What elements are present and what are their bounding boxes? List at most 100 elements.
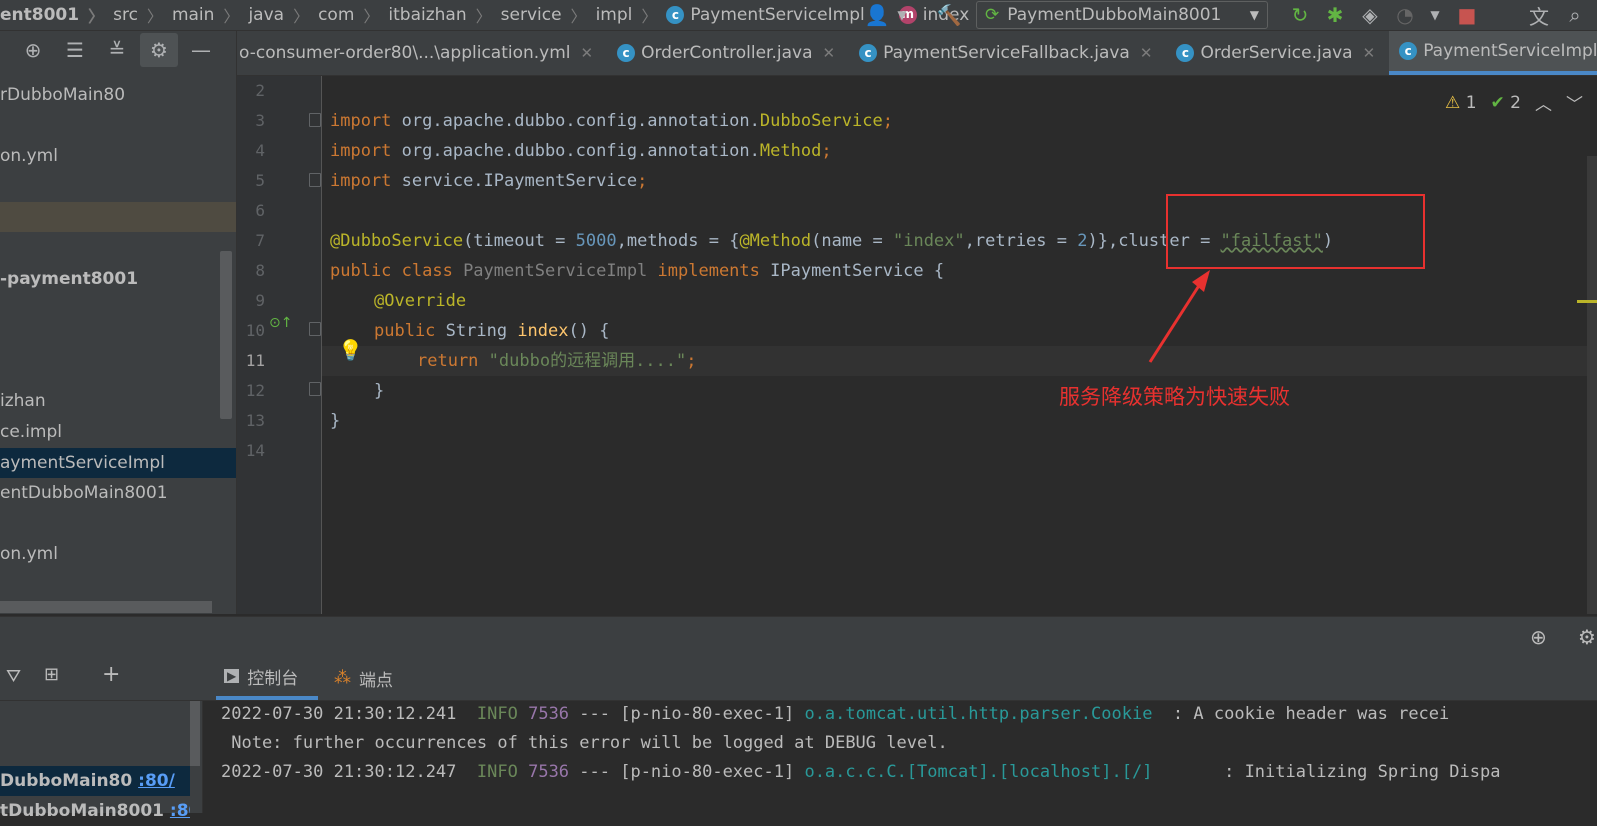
chevron-down-icon[interactable]: ▼ — [885, 0, 919, 30]
code-line-10: public String index() { — [374, 321, 610, 341]
close-icon[interactable]: ✕ — [823, 44, 836, 62]
tree-item-highlighted[interactable] — [0, 202, 236, 232]
fold-marker-icon[interactable] — [309, 382, 321, 396]
breadcrumb-item-impl[interactable]: impl 〉 — [596, 3, 667, 27]
lightbulb-icon[interactable]: 💡 — [338, 338, 363, 362]
line-number: 6 — [255, 201, 265, 220]
close-icon[interactable]: ✕ — [1363, 44, 1376, 62]
check-icon: ✔ — [1490, 92, 1505, 113]
check-count: 2 — [1510, 92, 1521, 113]
error-stripe-marker[interactable] — [1577, 300, 1597, 303]
line-number: 10 — [245, 321, 265, 340]
chevron-up-icon[interactable]: ︿ — [1535, 90, 1552, 115]
run-configuration-label: PaymentDubboMain8001 — [1007, 5, 1222, 25]
rerun-icon[interactable]: ↻ — [1283, 0, 1317, 30]
tab-endpoints[interactable]: ⁂ 端点 — [334, 656, 393, 700]
code-line-3: import org.apache.dubbo.config.annotatio… — [330, 111, 893, 131]
tab-application-yml[interactable]: o-consumer-order80\...\application.yml ✕ — [237, 31, 607, 75]
breadcrumb-item-java[interactable]: java 〉 — [248, 3, 318, 27]
code-line-4: import org.apache.dubbo.config.annotatio… — [330, 141, 832, 161]
implements-method-icon[interactable]: ⊙↑ — [269, 315, 292, 331]
annotation-arrow-icon — [1148, 270, 1210, 363]
locate-icon[interactable]: ⊕ — [1530, 625, 1547, 649]
spring-boot-icon: ⟳ — [985, 5, 1000, 25]
class-icon: c — [1176, 44, 1195, 62]
add-icon[interactable]: + — [102, 662, 120, 687]
editor-gutter: 2 3 4 5 6 7 8 9 10 11 12 13 14 ⊙↑ — [237, 76, 322, 614]
close-icon[interactable]: ✕ — [1140, 44, 1153, 62]
debug-icon[interactable]: ✱ — [1318, 0, 1352, 30]
fold-marker-icon[interactable] — [309, 113, 321, 127]
horizontal-scrollbar[interactable] — [0, 601, 212, 613]
run-services-list: DubboMain80 :80/ tDubboMain8001 :8001 — [0, 701, 203, 821]
run-item[interactable]: tDubboMain8001 :8001 — [0, 796, 190, 826]
breadcrumb-item-com[interactable]: com 〉 — [318, 3, 388, 27]
console-output[interactable]: 2022-07-30 21:30:12.241 INFO 7536 --- [p… — [203, 701, 1597, 813]
close-icon[interactable]: ✕ — [581, 44, 594, 62]
port-link[interactable]: :80/ — [138, 771, 175, 791]
build-hammer-icon[interactable]: 🔨 — [932, 0, 966, 30]
line-number: 2 — [255, 81, 265, 100]
chevron-down-icon[interactable]: ▼ — [1418, 0, 1452, 30]
tab-order-controller[interactable]: c OrderController.java ✕ — [607, 31, 849, 75]
line-number: 5 — [255, 171, 265, 190]
project-toolbar: ⊕ ☰ ≚ ⚙ — — [0, 31, 236, 69]
run-configuration-select[interactable]: ⟳ PaymentDubboMain8001 ▼ — [976, 1, 1268, 29]
editor-scrollbar[interactable] — [1587, 156, 1597, 614]
code-line-11: return "dubbo的远程调用...."; — [417, 351, 697, 371]
class-icon: c — [859, 44, 878, 62]
breadcrumb-item-itbaizhan[interactable]: itbaizhan 〉 — [388, 3, 500, 27]
console-line: 2022-07-30 21:30:12.247 INFO 7536 --- [p… — [221, 762, 1501, 782]
port-link[interactable]: :8001 — [170, 801, 190, 821]
gear-icon[interactable]: ⚙ — [1578, 625, 1596, 649]
expand-all-icon[interactable]: ☰ — [56, 33, 94, 67]
breadcrumb-item-src[interactable]: src 〉 — [113, 3, 172, 27]
tab-console[interactable]: ▶ 控制台 — [216, 656, 318, 700]
class-icon: c — [617, 44, 636, 62]
tree-item[interactable]: izhan — [0, 386, 222, 416]
search-icon[interactable]: ⌕ — [1558, 0, 1592, 30]
run-item-selected[interactable]: DubboMain80 :80/ — [0, 766, 190, 796]
vertical-scrollbar[interactable] — [220, 251, 232, 419]
line-number: 8 — [255, 261, 265, 280]
line-number: 14 — [245, 441, 265, 460]
warning-icon: ⚠ — [1445, 92, 1461, 113]
tree-item[interactable]: on.yml — [0, 539, 222, 569]
stop-icon[interactable]: ■ — [1450, 0, 1484, 30]
class-icon: c — [1399, 42, 1418, 60]
gear-icon[interactable]: ⚙ — [140, 33, 178, 67]
fold-marker-icon[interactable] — [309, 322, 321, 336]
chevron-down-icon[interactable]: ﹀ — [1566, 90, 1583, 115]
filter-icon[interactable]: ⛛ — [6, 666, 21, 687]
chevron-down-icon: ▼ — [1249, 8, 1259, 22]
coverage-icon[interactable]: ◈ — [1353, 0, 1387, 30]
tree-item[interactable]: ce.impl — [0, 417, 222, 447]
tab-payment-service-impl[interactable]: cPaymentServiceImpl.java — [1389, 31, 1597, 75]
profile-icon[interactable]: ◔ — [1388, 0, 1422, 30]
add-config-icon[interactable]: ⊞ — [44, 664, 59, 685]
inspection-widget[interactable]: ⚠ 1 ✔ 2 ︿ ﹀ — [1445, 90, 1583, 116]
code-line-5: import service.IPaymentService; — [330, 171, 648, 191]
line-number: 12 — [245, 381, 265, 400]
tree-item[interactable]: on.yml — [0, 141, 222, 171]
tab-order-service[interactable]: c OrderService.java ✕ — [1166, 31, 1389, 75]
breadcrumb-item-module[interactable]: ent8001 〉 — [0, 3, 113, 27]
annotation-label: 服务降级策略为快速失败 — [1059, 385, 1290, 409]
tree-item[interactable]: entDubboMain8001 — [0, 478, 222, 508]
breadcrumb-item-main[interactable]: main 〉 — [172, 3, 249, 27]
translate-icon[interactable]: 文 — [1522, 0, 1556, 30]
fold-marker-icon[interactable] — [309, 173, 321, 187]
run-panel-tabs: ⛛ ⊞ + ▶ 控制台 ⁂ 端点 — [0, 656, 1597, 701]
vertical-scrollbar[interactable] — [190, 701, 200, 766]
code-editor[interactable]: import org.apache.dubbo.config.annotatio… — [322, 76, 1597, 614]
line-number: 3 — [255, 111, 265, 130]
hide-icon[interactable]: — — [182, 33, 220, 67]
tab-payment-service-fallback[interactable]: c PaymentServiceFallback.java ✕ — [849, 31, 1166, 75]
locate-icon[interactable]: ⊕ — [14, 33, 52, 67]
tree-item-selected[interactable]: aymentServiceImpl — [0, 448, 236, 478]
tree-item[interactable]: rDubboMain80 — [0, 80, 222, 110]
code-line-13: } — [330, 411, 341, 431]
tree-item-module[interactable]: -payment8001 — [0, 264, 222, 294]
breadcrumb-item-service[interactable]: service 〉 — [501, 3, 596, 27]
collapse-all-icon[interactable]: ≚ — [98, 33, 136, 67]
